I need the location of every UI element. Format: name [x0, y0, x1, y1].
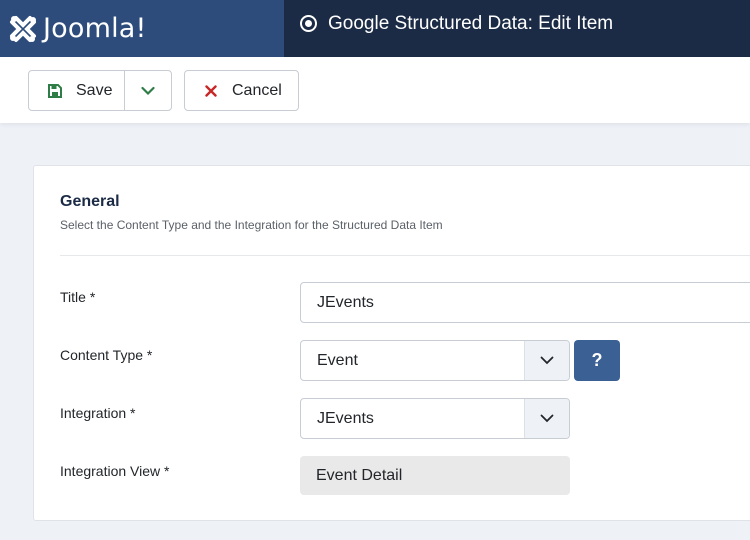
content-type-label: Content Type * — [60, 347, 153, 363]
floppy-disk-icon — [48, 83, 62, 98]
brand-name: Joomla! — [43, 13, 147, 44]
integration-view-label: Integration View * — [60, 463, 170, 479]
chevron-down-icon — [524, 399, 569, 438]
help-button[interactable]: ? — [574, 340, 620, 381]
section-description: Select the Content Type and the Integrat… — [60, 218, 443, 232]
top-header: Joomla! Google Structured Data: Edit Ite… — [0, 0, 750, 57]
integration-view-value: Event Detail — [316, 466, 403, 484]
chevron-down-icon — [141, 86, 155, 96]
cancel-label: Cancel — [232, 81, 282, 99]
save-button[interactable]: Save — [28, 70, 125, 111]
divider — [60, 255, 750, 256]
save-label: Save — [76, 81, 113, 99]
joomla-logo-icon — [8, 14, 38, 44]
title-input[interactable]: JEvents — [300, 282, 750, 323]
chevron-down-icon — [524, 341, 569, 380]
cancel-button[interactable]: Cancel — [184, 70, 299, 111]
general-card: General Select the Content Type and the … — [33, 165, 750, 521]
content-type-select[interactable]: Event — [300, 340, 570, 381]
integration-view-field: Event Detail — [300, 456, 570, 495]
page-heading: Google Structured Data: Edit Item — [300, 0, 613, 47]
brand-area[interactable]: Joomla! — [0, 0, 284, 57]
page-title: Google Structured Data: Edit Item — [328, 12, 614, 34]
integration-select[interactable]: JEvents — [300, 398, 570, 439]
title-label: Title * — [60, 289, 96, 305]
content-type-value: Event — [317, 351, 358, 369]
x-icon — [205, 84, 217, 97]
save-options-dropdown-button[interactable] — [124, 70, 172, 111]
section-title: General — [60, 193, 120, 210]
toolbar: Save Cancel — [0, 57, 750, 123]
integration-label: Integration * — [60, 405, 136, 421]
radio-dot-icon — [300, 15, 317, 32]
title-input-value: JEvents — [317, 293, 374, 311]
integration-value: JEvents — [317, 409, 374, 427]
